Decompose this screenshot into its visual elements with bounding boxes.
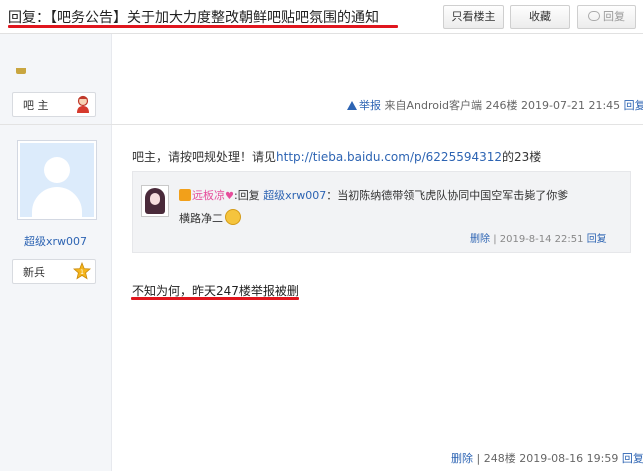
star-icon: 1: [73, 262, 91, 280]
report-warning-icon: [347, 101, 357, 110]
delete-link[interactable]: 删除: [451, 452, 473, 465]
reply-line-2: 横路净二: [179, 209, 241, 226]
post-time: 2019-08-16 19:59: [519, 452, 619, 465]
reply-button[interactable]: 回复: [577, 5, 636, 29]
favorite-button[interactable]: 收藏: [510, 5, 570, 29]
replier-name[interactable]: 远板凉: [192, 189, 225, 202]
owner-avatar-icon: [77, 95, 89, 113]
role-badge-owner: 吧 主: [12, 92, 96, 117]
post-text-after: 的23楼: [502, 150, 542, 164]
role-label: 新兵: [23, 266, 45, 279]
meta-separator: |: [476, 452, 481, 465]
reply-time: 2019-8-14 22:51: [499, 234, 584, 245]
badge-icon: [16, 68, 26, 74]
title-red-underline: [8, 25, 398, 28]
reply-link[interactable]: 回复: [622, 452, 643, 465]
report-link[interactable]: 举报: [359, 99, 381, 112]
post-meta-246: 举报 来自Android客户端 246楼 2019-07-21 21:45 回复: [347, 97, 643, 113]
post-text-before: 吧主，请按吧规处理！请见: [132, 150, 277, 164]
vip-icon: [179, 189, 191, 201]
user-avatar[interactable]: [17, 140, 97, 220]
svg-text:1: 1: [80, 269, 84, 276]
reply-text-1: ：当初陈纳德带领飞虎队协同中国空军击毙了你爹: [326, 189, 569, 202]
role-badge-rookie: 新兵 1: [12, 259, 96, 284]
replier-avatar[interactable]: [141, 185, 169, 217]
floor-number: 248楼: [483, 452, 516, 465]
thread-header: 回复：【吧务公告】关于加大力度整改朝鲜吧贴吧氛围的通知 只看楼主 收藏 回复: [0, 0, 643, 34]
reply-meta: 删除 | 2019-8-14 22:51 回复: [470, 230, 607, 245]
default-avatar-icon: [20, 143, 94, 217]
post-separator: [0, 124, 643, 125]
text-red-underline: [131, 297, 299, 300]
post-time: 2019-07-21 21:45: [521, 99, 621, 112]
smiley-emoji-icon: [225, 209, 241, 225]
floor-number: 246楼: [485, 99, 518, 112]
only-host-button[interactable]: 只看楼主: [443, 5, 504, 29]
meta-separator: |: [493, 234, 497, 245]
post-body: 吧主，请按吧规处理！请见http://tieba.baidu.com/p/622…: [132, 148, 541, 165]
reply-link[interactable]: 回复: [624, 99, 643, 112]
reply-link[interactable]: 回复: [587, 234, 607, 245]
thread-link[interactable]: http://tieba.baidu.com/p/6225594312: [276, 150, 502, 164]
author-sidebar: 吧 主 超级xrw007 新兵 1: [0, 34, 112, 471]
delete-link[interactable]: 删除: [470, 234, 490, 245]
reply-bubble-icon: [588, 11, 600, 21]
reply-text-2: 横路净二: [179, 212, 223, 225]
reply-target[interactable]: 超级xrw007: [263, 189, 326, 202]
reply-line: 远板凉♥:回复 超级xrw007：当初陈纳德带领飞虎队协同中国空军击毙了你爹: [179, 187, 568, 203]
thread-title: 回复：【吧务公告】关于加大力度整改朝鲜吧贴吧氛围的通知: [8, 10, 379, 26]
post-meta-248: 删除 | 248楼 2019-08-16 19:59 回复: [451, 450, 643, 466]
heart-icon: ♥: [225, 191, 234, 202]
reply-word: 回复: [237, 189, 260, 202]
username-link[interactable]: 超级xrw007: [0, 233, 111, 249]
reply-button-label: 回复: [603, 10, 625, 23]
source-text: 来自Android客户端: [384, 99, 483, 112]
lzl-reply-box: 远板凉♥:回复 超级xrw007：当初陈纳德带领飞虎队协同中国空军击毙了你爹 横…: [132, 171, 631, 253]
role-label: 吧 主: [23, 99, 49, 112]
